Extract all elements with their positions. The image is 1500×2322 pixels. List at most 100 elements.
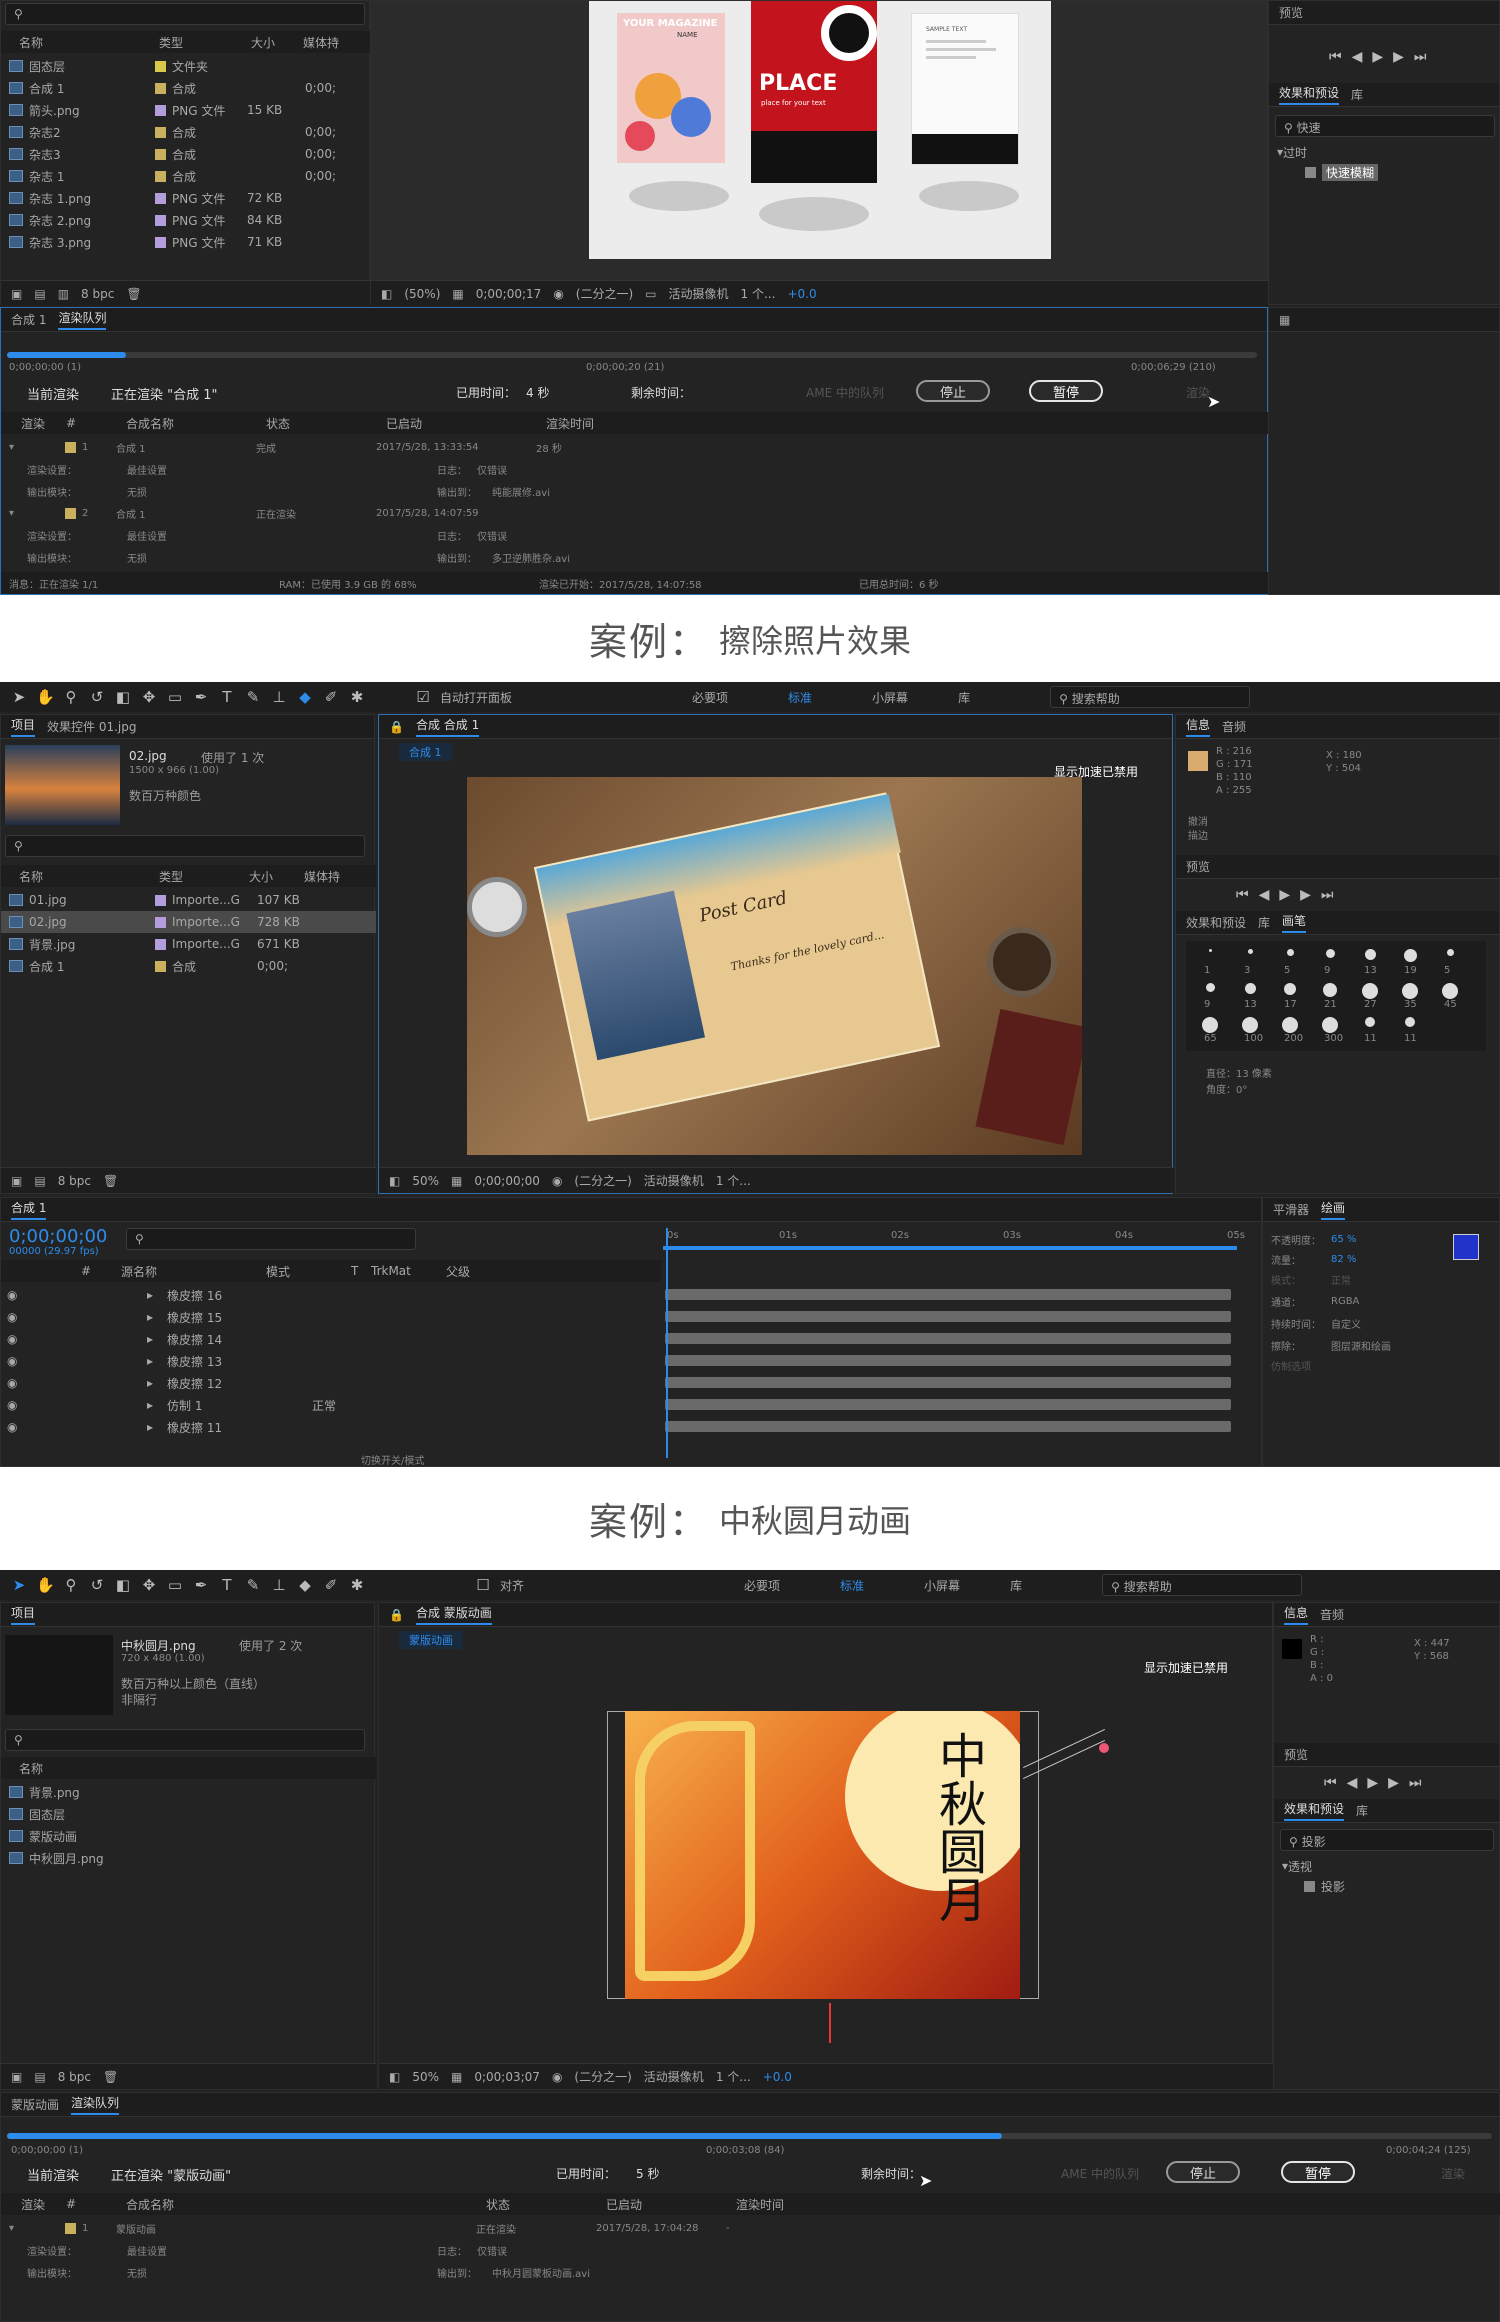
- camera-tool-icon[interactable]: ◧: [114, 688, 132, 706]
- foreground-color-swatch[interactable]: [1453, 1234, 1479, 1260]
- col-render[interactable]: 渲染: [21, 2196, 66, 2213]
- rotate-tool-icon[interactable]: ↺: [88, 688, 106, 706]
- module-value[interactable]: 无损: [127, 2265, 437, 2280]
- tab-comp[interactable]: 合成 1: [11, 311, 46, 328]
- layer-row[interactable]: ◉ ▸ 仿制 1 正常: [1, 1394, 661, 1416]
- project-row[interactable]: 杂志 3.png PNG 文件 71 KB: [1, 231, 371, 253]
- settings-value[interactable]: 最佳设置: [127, 2243, 437, 2258]
- effects-tab[interactable]: 效果和预设: [1279, 84, 1340, 105]
- output-value[interactable]: 中秋月圆蒙板动画.avi: [492, 2265, 590, 2280]
- col-t[interactable]: T: [351, 1264, 371, 1278]
- tab-effect-controls[interactable]: 效果控件 01.jpg: [47, 718, 136, 735]
- col-source[interactable]: 源名称: [121, 1263, 266, 1280]
- timecode[interactable]: 0;00;00;17: [476, 287, 542, 301]
- tab-render-queue[interactable]: 渲染队列: [71, 2094, 120, 2115]
- trash-icon[interactable]: 🗑: [103, 1174, 118, 1188]
- hand-tool-icon[interactable]: ✋: [36, 1576, 55, 1594]
- mode-value[interactable]: 正常: [1331, 1272, 1351, 1287]
- resolution-select[interactable]: (二分之一): [574, 2068, 631, 2085]
- bpc-label[interactable]: 8 bpc: [58, 2070, 91, 2084]
- workspace-standard[interactable]: 标准: [840, 1577, 864, 1594]
- rect-tool-icon[interactable]: ▭: [166, 1576, 184, 1594]
- preview-tab[interactable]: 预览: [1186, 858, 1210, 875]
- tab-render-queue[interactable]: 渲染队列: [58, 309, 107, 330]
- library-tab[interactable]: 库: [1356, 1802, 1368, 1819]
- rotate-tool-icon[interactable]: ↺: [88, 1576, 106, 1594]
- timeline-timecode[interactable]: 0;00;00;00: [9, 1226, 107, 1247]
- chevron-down-icon[interactable]: ▾: [9, 2223, 65, 2234]
- layer-duration-bar[interactable]: [665, 1311, 1231, 1322]
- workspace-essentials[interactable]: 必要项: [744, 1577, 780, 1594]
- toggle-switches-modes[interactable]: 切换开关/模式: [361, 1452, 424, 1467]
- workspace-small[interactable]: 小屏幕: [924, 1577, 960, 1594]
- hand-tool-icon[interactable]: ✋: [36, 688, 55, 706]
- col-trkmat[interactable]: TrkMat: [371, 1264, 446, 1278]
- brush-preset[interactable]: 3: [1234, 947, 1266, 977]
- project-row[interactable]: 杂志2 合成 0;00;: [1, 121, 371, 143]
- chevron-right-icon[interactable]: ▸: [147, 1332, 167, 1346]
- chevron-down-icon[interactable]: ▾: [9, 442, 65, 453]
- col-render[interactable]: 渲染: [21, 415, 66, 432]
- project-row[interactable]: 固态层 文件夹: [1, 55, 371, 77]
- col-status[interactable]: 状态: [486, 2196, 606, 2213]
- project-row[interactable]: 杂志 1.png PNG 文件 72 KB: [1, 187, 371, 209]
- col-num[interactable]: #: [66, 416, 126, 430]
- project-row[interactable]: 杂志 1 合成 0;00;: [1, 165, 371, 187]
- camera-select[interactable]: 活动摄像机: [644, 1172, 704, 1189]
- project-row[interactable]: 合成 1 合成 0;00;: [1, 955, 376, 977]
- workspace-standard[interactable]: 标准: [788, 689, 812, 706]
- brush-preset[interactable]: 65: [1194, 1015, 1226, 1045]
- tab-comp[interactable]: 合成 蒙版动画: [415, 1604, 492, 1625]
- views-select[interactable]: 1 个...: [716, 2068, 751, 2085]
- col-type[interactable]: 类型: [159, 868, 249, 885]
- chevron-right-icon[interactable]: ▸: [147, 1398, 167, 1412]
- log-select[interactable]: 仅错误: [477, 528, 507, 543]
- layer-mode[interactable]: 正常: [312, 1397, 412, 1414]
- eye-icon[interactable]: ◉: [7, 1332, 147, 1346]
- timeline-search-input[interactable]: ⚲: [126, 1228, 416, 1250]
- brush-preset[interactable]: 5: [1274, 947, 1306, 977]
- stop-button[interactable]: 停止: [916, 380, 991, 402]
- brush-preset[interactable]: 35: [1394, 981, 1426, 1011]
- col-comp-name[interactable]: 合成名称: [126, 415, 266, 432]
- project-search-input[interactable]: ⚲: [5, 3, 365, 25]
- project-row[interactable]: 01.jpg Importe...G 107 KB: [1, 889, 376, 911]
- library-tab[interactable]: 库: [1351, 86, 1363, 103]
- bpc-label[interactable]: 8 bpc: [58, 1174, 91, 1188]
- layer-row[interactable]: ◉ ▸ 橡皮擦 11: [1, 1416, 661, 1438]
- tab-info[interactable]: 信息: [1186, 716, 1211, 737]
- brush-preset[interactable]: 21: [1314, 981, 1346, 1011]
- zoom-tool-icon[interactable]: ⚲: [62, 688, 80, 706]
- auto-open-checkbox[interactable]: ☑: [414, 688, 432, 706]
- help-search-input[interactable]: ⚲ 搜索帮助: [1102, 1574, 1303, 1596]
- camera-icon[interactable]: ◉: [552, 2070, 562, 2084]
- col-num[interactable]: #: [81, 1264, 121, 1278]
- preview-tab[interactable]: 预览: [1279, 4, 1303, 21]
- layer-duration-bar[interactable]: [665, 1399, 1231, 1410]
- col-type[interactable]: 类型: [159, 34, 251, 51]
- col-media[interactable]: 媒体持: [304, 868, 364, 885]
- selection-tool-icon[interactable]: ➤: [10, 1576, 28, 1594]
- project-row[interactable]: 箭头.png PNG 文件 15 KB: [1, 99, 371, 121]
- brush-preset[interactable]: 1: [1194, 947, 1226, 977]
- playback-controls[interactable]: ⏮◀▶▶⏭: [1329, 49, 1437, 65]
- output-value[interactable]: 多卫逆肺胜杂.avi: [492, 550, 570, 565]
- bpc-label[interactable]: 8 bpc: [81, 287, 114, 301]
- tab-comp[interactable]: 合成 合成 1: [415, 716, 480, 737]
- selected-file[interactable]: 02.jpg: [129, 749, 167, 763]
- motion-path-point[interactable]: [1099, 1743, 1109, 1753]
- tab-comp[interactable]: 蒙版动画: [11, 2096, 59, 2113]
- chevron-right-icon[interactable]: ▸: [147, 1288, 167, 1302]
- layer-duration-bar[interactable]: [665, 1421, 1231, 1432]
- layer-row[interactable]: ◉ ▸ 橡皮擦 16: [1, 1284, 661, 1306]
- new-folder-icon[interactable]: ▤: [34, 1174, 45, 1188]
- chevron-right-icon[interactable]: ▸: [147, 1376, 167, 1390]
- camera-icon[interactable]: ◉: [552, 1174, 562, 1188]
- roto-tool-icon[interactable]: ✐: [322, 1576, 340, 1594]
- tab-audio[interactable]: 音频: [1222, 718, 1246, 735]
- layer-duration-bar[interactable]: [665, 1333, 1231, 1344]
- layer-duration-bar[interactable]: [665, 1355, 1231, 1366]
- pan-tool-icon[interactable]: ✥: [140, 1576, 158, 1594]
- col-name[interactable]: 名称: [19, 34, 159, 51]
- eye-icon[interactable]: ◉: [7, 1376, 147, 1390]
